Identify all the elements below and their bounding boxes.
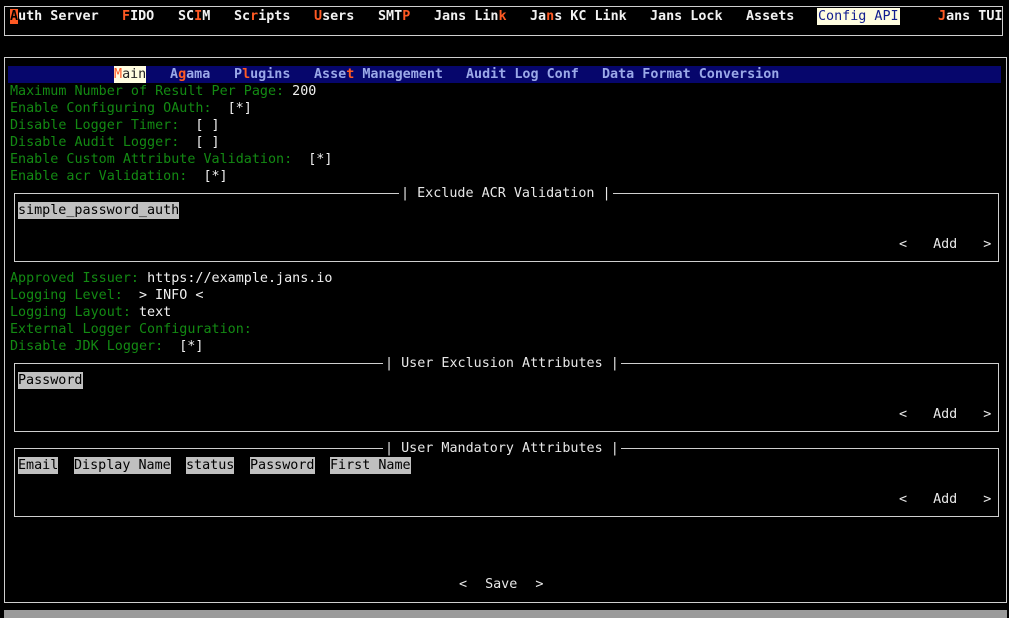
enable-oauth-label: Enable Configuring OAuth: <box>10 101 212 116</box>
user-exclusion-box <box>14 363 999 432</box>
max-results-label: Maximum Number of Result Per Page: <box>10 84 285 99</box>
horizontal-scrollbar[interactable] <box>4 610 1007 618</box>
acr-validation-checkbox[interactable]: [*] <box>203 169 227 184</box>
logging-level-select[interactable]: > INFO < <box>139 288 204 303</box>
tab-asset-management[interactable]: Asset Management <box>314 66 443 83</box>
logging-layout-row: Logging Layout: text <box>10 304 171 321</box>
max-results-input[interactable]: 200 <box>292 84 316 99</box>
exclude-acr-item[interactable]: simple_password_auth <box>18 202 180 219</box>
logging-layout-label: Logging Layout: <box>10 305 131 320</box>
nav-jans-lock[interactable]: Jans Lock <box>650 8 723 25</box>
user-mandatory-item[interactable]: First Name <box>330 457 411 474</box>
nav-scripts[interactable]: Scripts <box>234 8 290 25</box>
tab-agama[interactable]: Agama <box>170 66 210 83</box>
disable-jdk-logger-label: Disable JDK Logger: <box>10 339 164 354</box>
user-mandatory-item[interactable]: Display Name <box>74 457 171 474</box>
nav-fido[interactable]: FIDO <box>122 8 154 25</box>
logging-level-row: Logging Level: > INFO < <box>10 287 203 304</box>
approved-issuer-label: Approved Issuer: <box>10 271 139 286</box>
nav-config-api[interactable]: Config API <box>817 8 900 25</box>
max-results-row: Maximum Number of Result Per Page: 200 <box>10 83 316 100</box>
enable-oauth-row: Enable Configuring OAuth: [*] <box>10 100 252 117</box>
user-exclusion-item[interactable]: Password <box>18 372 83 389</box>
nav-jans-kc-link[interactable]: Jans KC Link <box>530 8 627 25</box>
user-mandatory-item[interactable]: Password <box>250 457 315 474</box>
tab-main[interactable]: Main <box>114 66 147 83</box>
acr-validation-row: Enable acr Validation: [*] <box>10 168 228 185</box>
nav-assets[interactable]: Assets <box>746 8 794 25</box>
tab-data-format-conversion[interactable]: Data Format Conversion <box>602 66 779 83</box>
acr-validation-label: Enable acr Validation: <box>10 169 188 184</box>
external-logger-label: External Logger Configuration: <box>10 322 252 337</box>
disable-logger-timer-label: Disable Logger Timer: <box>10 118 180 133</box>
custom-attr-validation-checkbox[interactable]: [*] <box>308 152 332 167</box>
nav-smtp[interactable]: SMTP <box>378 8 410 25</box>
nav-auth-server[interactable]: Auth Server <box>10 8 99 25</box>
tab-audit-log-conf[interactable]: Audit Log Conf <box>466 66 579 83</box>
user-mandatory-item[interactable]: Email <box>18 457 59 474</box>
disable-audit-logger-row: Disable Audit Logger: [ ] <box>10 134 220 151</box>
logging-layout-input[interactable]: text <box>139 305 171 320</box>
disable-jdk-logger-checkbox[interactable]: [*] <box>179 339 203 354</box>
user-exclusion-title: | User Exclusion Attributes | <box>383 355 621 372</box>
disable-jdk-logger-row: Disable JDK Logger: [*] <box>10 338 203 355</box>
nav-jans-tui[interactable]: Jans TUI <box>938 8 1003 25</box>
enable-oauth-checkbox[interactable]: [*] <box>228 101 252 116</box>
save-button[interactable]: < Save > <box>459 576 543 593</box>
custom-attr-validation-row: Enable Custom Attribute Validation: [*] <box>10 151 332 168</box>
nav-jans-link[interactable]: Jans Link <box>434 8 507 25</box>
tab-plugins[interactable]: Plugins <box>234 66 290 83</box>
disable-audit-logger-label: Disable Audit Logger: <box>10 135 180 150</box>
external-logger-row: External Logger Configuration: <box>10 321 252 338</box>
user-mandatory-item[interactable]: status <box>186 457 235 474</box>
disable-logger-timer-checkbox[interactable]: [ ] <box>195 118 219 133</box>
custom-attr-validation-label: Enable Custom Attribute Validation: <box>10 152 293 167</box>
user-exclusion-add-button[interactable]: < Add > <box>899 406 991 423</box>
approved-issuer-input[interactable]: https://example.jans.io <box>147 271 332 286</box>
disable-audit-logger-checkbox[interactable]: [ ] <box>195 135 219 150</box>
logging-level-label: Logging Level: <box>10 288 123 303</box>
exclude-acr-add-button[interactable]: < Add > <box>899 236 991 253</box>
user-mandatory-title: | User Mandatory Attributes | <box>383 440 621 457</box>
nav-scim[interactable]: SCIM <box>178 8 210 25</box>
approved-issuer-row: Approved Issuer: https://example.jans.io <box>10 270 333 287</box>
user-mandatory-add-button[interactable]: < Add > <box>899 491 991 508</box>
nav-users[interactable]: Users <box>314 8 354 25</box>
exclude-acr-title: | Exclude ACR Validation | <box>399 185 613 202</box>
disable-logger-timer-row: Disable Logger Timer: [ ] <box>10 117 220 134</box>
